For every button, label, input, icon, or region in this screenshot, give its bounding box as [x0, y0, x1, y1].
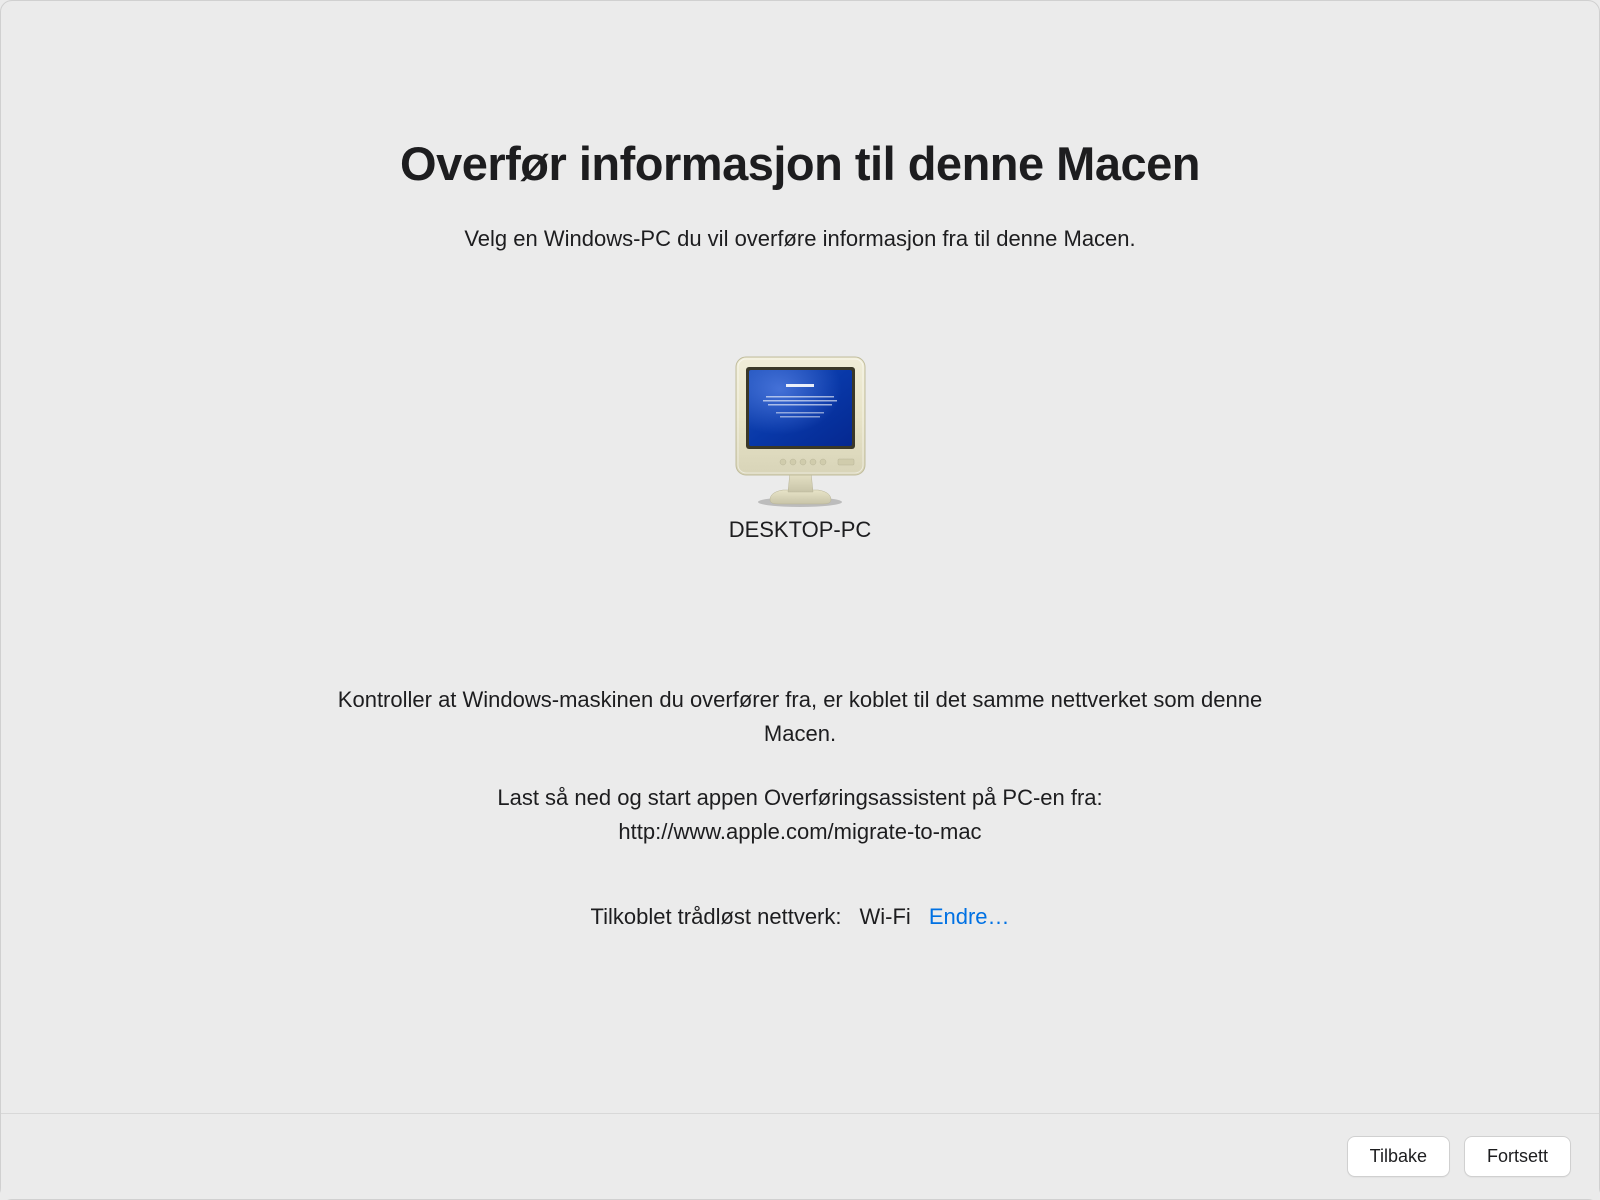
page-subtitle: Velg en Windows-PC du vil overføre infor…: [464, 226, 1135, 252]
instruction-line-2: Last så ned og start appen Overføringsas…: [330, 781, 1270, 815]
page-title: Overfør informasjon til denne Macen: [400, 136, 1200, 191]
network-status-row: Tilkoblet trådløst nettverk: Wi-Fi Endre…: [590, 904, 1009, 930]
footer-bar: Tilbake Fortsett: [1, 1113, 1599, 1199]
network-label: Tilkoblet trådløst nettverk:: [590, 904, 841, 930]
main-content: Overfør informasjon til denne Macen Velg…: [1, 1, 1599, 1113]
continue-button[interactable]: Fortsett: [1464, 1136, 1571, 1177]
device-label: DESKTOP-PC: [729, 517, 872, 543]
change-network-link[interactable]: Endre…: [929, 904, 1010, 930]
back-button[interactable]: Tilbake: [1347, 1136, 1450, 1177]
instruction-line-1: Kontroller at Windows-maskinen du overfø…: [330, 683, 1270, 751]
device-item[interactable]: DESKTOP-PC: [728, 352, 873, 543]
instruction-url: http://www.apple.com/migrate-to-mac: [330, 815, 1270, 849]
network-name: Wi-Fi: [860, 904, 911, 930]
instructions-text: Kontroller at Windows-maskinen du overfø…: [330, 683, 1270, 849]
windows-pc-icon: [728, 352, 873, 507]
